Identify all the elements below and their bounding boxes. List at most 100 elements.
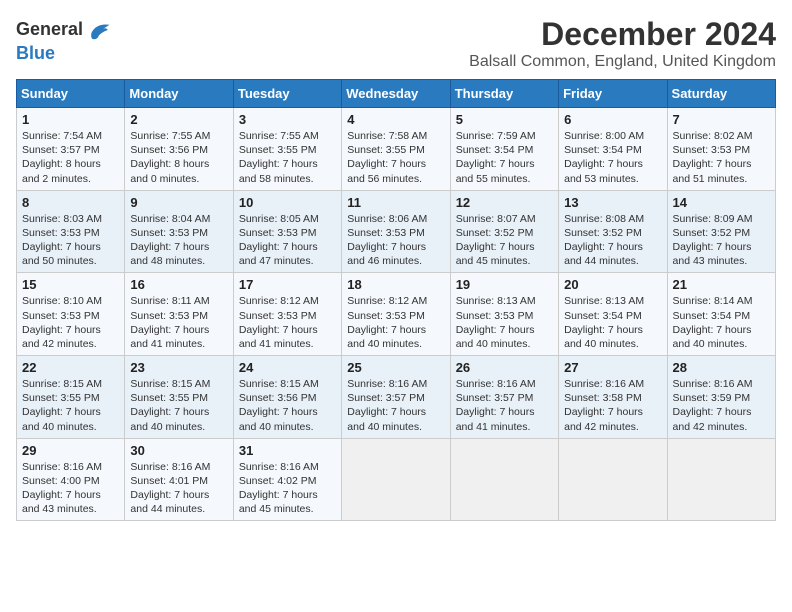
day-number: 25 [347, 360, 444, 375]
column-header-saturday: Saturday [667, 80, 775, 108]
calendar-cell: 21 Sunrise: 8:14 AM Sunset: 3:54 PM Dayl… [667, 273, 775, 356]
calendar-cell: 13 Sunrise: 8:08 AM Sunset: 3:52 PM Dayl… [559, 190, 667, 273]
logo-text-blue: Blue [16, 43, 55, 63]
day-info: Sunrise: 8:16 AM Sunset: 3:57 PM Dayligh… [347, 377, 444, 434]
day-number: 21 [673, 277, 770, 292]
calendar-cell: 30 Sunrise: 8:16 AM Sunset: 4:01 PM Dayl… [125, 438, 233, 521]
day-number: 19 [456, 277, 553, 292]
day-info: Sunrise: 8:15 AM Sunset: 3:55 PM Dayligh… [130, 377, 227, 434]
calendar-cell: 29 Sunrise: 8:16 AM Sunset: 4:00 PM Dayl… [17, 438, 125, 521]
calendar-cell: 23 Sunrise: 8:15 AM Sunset: 3:55 PM Dayl… [125, 356, 233, 439]
day-info: Sunrise: 7:58 AM Sunset: 3:55 PM Dayligh… [347, 129, 444, 186]
day-number: 14 [673, 195, 770, 210]
day-info: Sunrise: 8:13 AM Sunset: 3:53 PM Dayligh… [456, 294, 553, 351]
day-info: Sunrise: 8:13 AM Sunset: 3:54 PM Dayligh… [564, 294, 661, 351]
day-number: 22 [22, 360, 119, 375]
column-header-monday: Monday [125, 80, 233, 108]
calendar-cell: 11 Sunrise: 8:06 AM Sunset: 3:53 PM Dayl… [342, 190, 450, 273]
title-block: December 2024 Balsall Common, England, U… [469, 16, 776, 71]
day-number: 29 [22, 443, 119, 458]
day-number: 8 [22, 195, 119, 210]
column-header-tuesday: Tuesday [233, 80, 341, 108]
day-info: Sunrise: 7:55 AM Sunset: 3:55 PM Dayligh… [239, 129, 336, 186]
calendar-cell: 19 Sunrise: 8:13 AM Sunset: 3:53 PM Dayl… [450, 273, 558, 356]
day-info: Sunrise: 8:08 AM Sunset: 3:52 PM Dayligh… [564, 212, 661, 269]
day-number: 28 [673, 360, 770, 375]
day-number: 18 [347, 277, 444, 292]
calendar-cell: 24 Sunrise: 8:15 AM Sunset: 3:56 PM Dayl… [233, 356, 341, 439]
calendar-table: SundayMondayTuesdayWednesdayThursdayFrid… [16, 79, 776, 521]
day-number: 10 [239, 195, 336, 210]
calendar-week-5: 29 Sunrise: 8:16 AM Sunset: 4:00 PM Dayl… [17, 438, 776, 521]
day-number: 26 [456, 360, 553, 375]
calendar-cell: 10 Sunrise: 8:05 AM Sunset: 3:53 PM Dayl… [233, 190, 341, 273]
day-number: 15 [22, 277, 119, 292]
day-info: Sunrise: 8:00 AM Sunset: 3:54 PM Dayligh… [564, 129, 661, 186]
day-info: Sunrise: 8:11 AM Sunset: 3:53 PM Dayligh… [130, 294, 227, 351]
page-header: General Blue December 2024 Balsall Commo… [16, 16, 776, 71]
day-number: 1 [22, 112, 119, 127]
day-number: 12 [456, 195, 553, 210]
day-info: Sunrise: 8:05 AM Sunset: 3:53 PM Dayligh… [239, 212, 336, 269]
day-info: Sunrise: 8:14 AM Sunset: 3:54 PM Dayligh… [673, 294, 770, 351]
calendar-cell: 3 Sunrise: 7:55 AM Sunset: 3:55 PM Dayli… [233, 108, 341, 191]
day-info: Sunrise: 8:15 AM Sunset: 3:56 PM Dayligh… [239, 377, 336, 434]
day-number: 16 [130, 277, 227, 292]
logo-bird-icon [85, 16, 113, 44]
calendar-cell [450, 438, 558, 521]
calendar-week-3: 15 Sunrise: 8:10 AM Sunset: 3:53 PM Dayl… [17, 273, 776, 356]
logo: General Blue [16, 16, 113, 64]
calendar-week-4: 22 Sunrise: 8:15 AM Sunset: 3:55 PM Dayl… [17, 356, 776, 439]
day-number: 17 [239, 277, 336, 292]
calendar-cell: 28 Sunrise: 8:16 AM Sunset: 3:59 PM Dayl… [667, 356, 775, 439]
calendar-cell: 31 Sunrise: 8:16 AM Sunset: 4:02 PM Dayl… [233, 438, 341, 521]
day-number: 6 [564, 112, 661, 127]
day-number: 5 [456, 112, 553, 127]
day-number: 11 [347, 195, 444, 210]
calendar-cell: 9 Sunrise: 8:04 AM Sunset: 3:53 PM Dayli… [125, 190, 233, 273]
calendar-cell: 2 Sunrise: 7:55 AM Sunset: 3:56 PM Dayli… [125, 108, 233, 191]
day-info: Sunrise: 8:03 AM Sunset: 3:53 PM Dayligh… [22, 212, 119, 269]
column-header-thursday: Thursday [450, 80, 558, 108]
calendar-cell: 22 Sunrise: 8:15 AM Sunset: 3:55 PM Dayl… [17, 356, 125, 439]
page-title: December 2024 [469, 16, 776, 53]
calendar-cell: 14 Sunrise: 8:09 AM Sunset: 3:52 PM Dayl… [667, 190, 775, 273]
day-info: Sunrise: 8:07 AM Sunset: 3:52 PM Dayligh… [456, 212, 553, 269]
calendar-week-2: 8 Sunrise: 8:03 AM Sunset: 3:53 PM Dayli… [17, 190, 776, 273]
calendar-cell: 26 Sunrise: 8:16 AM Sunset: 3:57 PM Dayl… [450, 356, 558, 439]
day-info: Sunrise: 8:12 AM Sunset: 3:53 PM Dayligh… [347, 294, 444, 351]
calendar-cell: 25 Sunrise: 8:16 AM Sunset: 3:57 PM Dayl… [342, 356, 450, 439]
day-info: Sunrise: 8:16 AM Sunset: 3:58 PM Dayligh… [564, 377, 661, 434]
calendar-cell: 16 Sunrise: 8:11 AM Sunset: 3:53 PM Dayl… [125, 273, 233, 356]
day-number: 2 [130, 112, 227, 127]
day-number: 20 [564, 277, 661, 292]
column-header-wednesday: Wednesday [342, 80, 450, 108]
day-info: Sunrise: 8:16 AM Sunset: 3:59 PM Dayligh… [673, 377, 770, 434]
day-number: 24 [239, 360, 336, 375]
calendar-header-row: SundayMondayTuesdayWednesdayThursdayFrid… [17, 80, 776, 108]
day-info: Sunrise: 8:16 AM Sunset: 4:01 PM Dayligh… [130, 460, 227, 517]
page-subtitle: Balsall Common, England, United Kingdom [469, 53, 776, 71]
calendar-cell [342, 438, 450, 521]
calendar-cell: 12 Sunrise: 8:07 AM Sunset: 3:52 PM Dayl… [450, 190, 558, 273]
day-info: Sunrise: 7:55 AM Sunset: 3:56 PM Dayligh… [130, 129, 227, 186]
day-number: 4 [347, 112, 444, 127]
day-info: Sunrise: 8:12 AM Sunset: 3:53 PM Dayligh… [239, 294, 336, 351]
day-info: Sunrise: 8:16 AM Sunset: 3:57 PM Dayligh… [456, 377, 553, 434]
calendar-cell: 20 Sunrise: 8:13 AM Sunset: 3:54 PM Dayl… [559, 273, 667, 356]
day-number: 9 [130, 195, 227, 210]
calendar-cell [667, 438, 775, 521]
calendar-cell: 6 Sunrise: 8:00 AM Sunset: 3:54 PM Dayli… [559, 108, 667, 191]
calendar-cell [559, 438, 667, 521]
day-info: Sunrise: 8:06 AM Sunset: 3:53 PM Dayligh… [347, 212, 444, 269]
day-info: Sunrise: 8:04 AM Sunset: 3:53 PM Dayligh… [130, 212, 227, 269]
calendar-cell: 5 Sunrise: 7:59 AM Sunset: 3:54 PM Dayli… [450, 108, 558, 191]
column-header-friday: Friday [559, 80, 667, 108]
day-info: Sunrise: 8:16 AM Sunset: 4:00 PM Dayligh… [22, 460, 119, 517]
calendar-cell: 27 Sunrise: 8:16 AM Sunset: 3:58 PM Dayl… [559, 356, 667, 439]
column-header-sunday: Sunday [17, 80, 125, 108]
calendar-cell: 7 Sunrise: 8:02 AM Sunset: 3:53 PM Dayli… [667, 108, 775, 191]
day-info: Sunrise: 7:54 AM Sunset: 3:57 PM Dayligh… [22, 129, 119, 186]
day-info: Sunrise: 7:59 AM Sunset: 3:54 PM Dayligh… [456, 129, 553, 186]
calendar-cell: 1 Sunrise: 7:54 AM Sunset: 3:57 PM Dayli… [17, 108, 125, 191]
